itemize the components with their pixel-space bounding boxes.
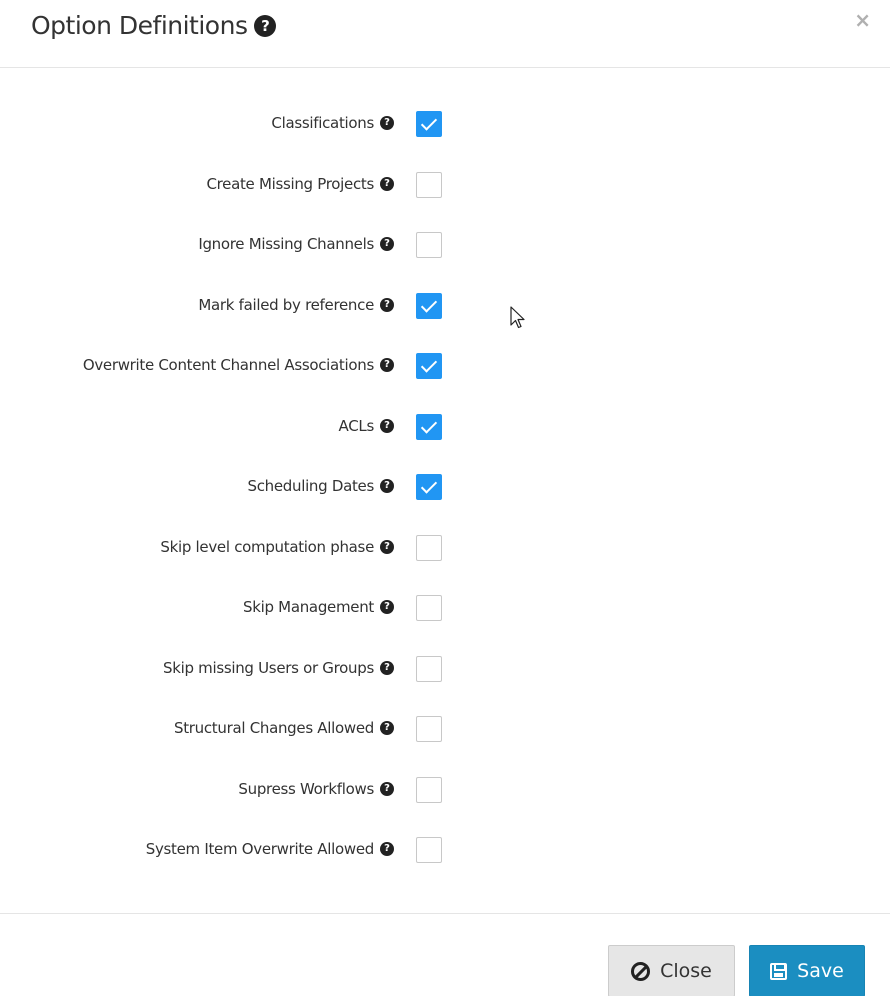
checkmark-icon (420, 295, 438, 313)
question-circle-icon[interactable]: ? (380, 116, 394, 130)
option-label-group: Create Missing Projects ? (206, 174, 394, 194)
options-form: Classifications ? Create Missing Project… (0, 95, 890, 882)
option-label-group: Ignore Missing Channels ? (198, 234, 394, 254)
ban-icon (631, 961, 651, 981)
option-row: Structural Changes Allowed ? (0, 700, 890, 761)
option-label: Ignore Missing Channels (198, 235, 374, 253)
option-row: Scheduling Dates ? (0, 458, 890, 519)
checkmark-icon (420, 416, 438, 434)
option-checkbox[interactable] (416, 837, 442, 863)
floppy-disk-icon (770, 962, 788, 980)
question-circle-icon[interactable]: ? (380, 479, 394, 493)
option-definitions-dialog: Option Definitions ? × Classifications ?… (0, 0, 890, 996)
option-checkbox[interactable] (416, 171, 442, 198)
option-checkbox[interactable] (416, 534, 442, 561)
option-label-group: Skip missing Users or Groups ? (163, 658, 394, 678)
option-row: Skip level computation phase ? (0, 519, 890, 580)
option-row: Ignore Missing Channels ? (0, 216, 890, 277)
checkmark-icon (420, 114, 438, 131)
option-label: Skip Management (243, 598, 374, 616)
question-circle-icon[interactable]: ? (380, 660, 394, 675)
option-label: Structural Changes Allowed (173, 719, 374, 737)
question-circle-icon[interactable]: ? (380, 600, 394, 614)
question-circle-icon[interactable]: ? (380, 721, 394, 735)
title-group: Option Definitions ? (31, 9, 277, 43)
option-label-group: Structural Changes Allowed ? (174, 718, 394, 738)
question-circle-icon[interactable]: ? (380, 418, 394, 433)
question-circle-icon[interactable]: ? (380, 297, 394, 312)
option-label: Overwrite Content Channel Associations (82, 356, 374, 374)
option-row: Classifications ? (0, 95, 890, 156)
option-checkbox[interactable] (416, 111, 442, 137)
dialog-title: Option Definitions (31, 11, 248, 40)
mouse-cursor-icon (510, 306, 525, 329)
option-row: Create Missing Projects ? (0, 156, 890, 217)
question-circle-icon[interactable]: ? (380, 176, 394, 191)
option-checkbox[interactable] (416, 655, 442, 682)
dialog-footer: Close Save (0, 913, 890, 996)
option-row: Overwrite Content Channel Associations ? (0, 337, 890, 398)
question-circle-icon[interactable]: ? (380, 358, 394, 372)
option-checkbox[interactable] (416, 776, 442, 803)
question-circle-icon[interactable]: ? (380, 842, 394, 856)
option-label: Supress Workflows (238, 779, 374, 798)
question-circle-icon[interactable]: ? (380, 781, 394, 796)
option-row: Supress Workflows ? (0, 761, 890, 822)
option-label: Create Missing Projects (206, 174, 374, 193)
save-button-label: Save (797, 960, 844, 982)
option-label: Mark failed by reference (198, 295, 374, 314)
close-icon[interactable]: × (854, 10, 871, 30)
option-label: System Item Overwrite Allowed (145, 840, 375, 858)
option-label-group: ACLs ? (339, 416, 394, 436)
option-row: System Item Overwrite Allowed ? (0, 821, 890, 882)
option-label: Skip missing Users or Groups (162, 658, 374, 677)
option-label-group: Skip level computation phase ? (160, 537, 394, 557)
option-label-group: Overwrite Content Channel Associations ? (83, 355, 394, 375)
checkmark-icon (420, 356, 438, 373)
option-label-group: System Item Overwrite Allowed ? (146, 839, 394, 859)
question-circle-icon[interactable]: ? (380, 237, 394, 251)
option-label: Scheduling Dates (247, 477, 374, 495)
question-circle-icon[interactable]: ? (254, 15, 277, 37)
option-row: Mark failed by reference ? (0, 277, 890, 338)
option-label-group: Supress Workflows ? (238, 779, 394, 799)
close-button-label: Close (660, 960, 712, 982)
save-button[interactable]: Save (749, 945, 865, 996)
option-label: Skip level computation phase (160, 537, 374, 556)
option-label-group: Skip Management ? (243, 597, 394, 617)
option-row: Skip missing Users or Groups ? (0, 640, 890, 701)
option-label-group: Classifications ? (271, 113, 394, 133)
option-label-group: Scheduling Dates ? (247, 476, 394, 496)
checkmark-icon (420, 477, 438, 494)
option-label: ACLs (338, 416, 375, 435)
dialog-header: Option Definitions ? × (0, 0, 890, 68)
question-circle-icon[interactable]: ? (380, 539, 394, 554)
option-checkbox[interactable] (416, 474, 442, 500)
option-checkbox[interactable] (416, 292, 442, 319)
option-label: Classifications (271, 114, 374, 132)
option-checkbox[interactable] (416, 595, 442, 621)
option-checkbox[interactable] (416, 353, 442, 379)
option-label-group: Mark failed by reference ? (198, 295, 394, 315)
option-checkbox[interactable] (416, 232, 442, 258)
option-checkbox[interactable] (416, 413, 442, 440)
close-button[interactable]: Close (608, 945, 735, 996)
option-row: ACLs ? (0, 398, 890, 459)
option-row: Skip Management ? (0, 579, 890, 640)
option-checkbox[interactable] (416, 716, 442, 742)
